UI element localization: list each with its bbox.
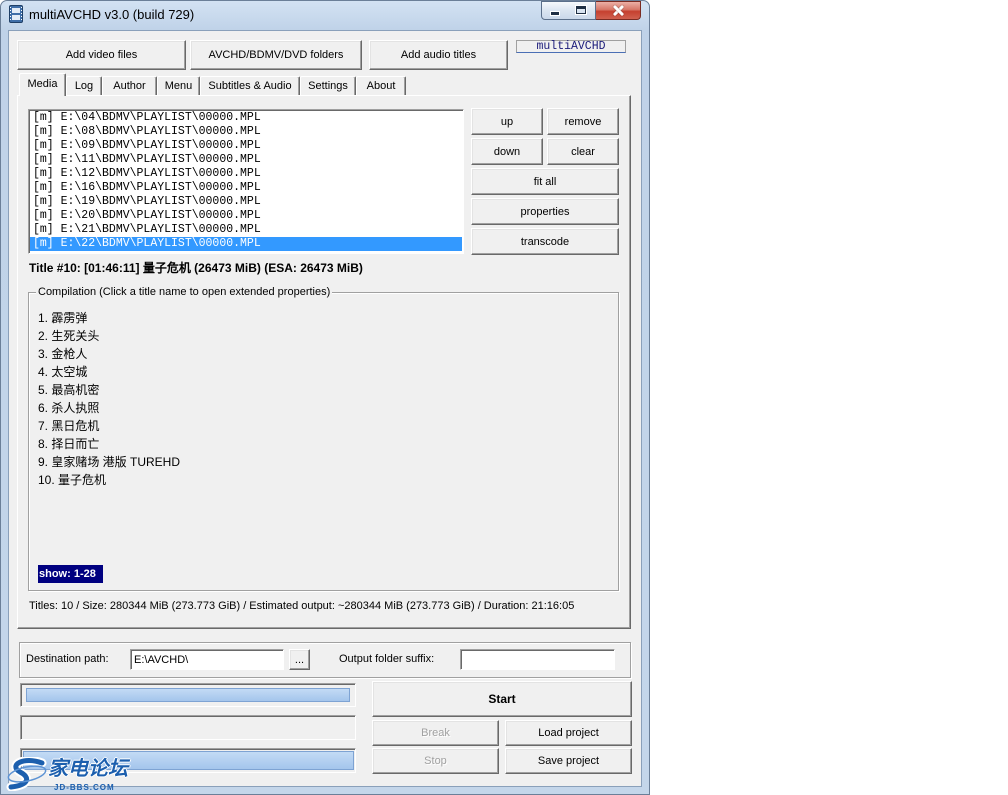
compilation-group: Compilation (Click a title name to open …	[28, 285, 619, 591]
compilation-title-link[interactable]: 5. 最高机密	[38, 381, 180, 399]
destination-frame: Destination path: ... Output folder suff…	[19, 642, 631, 678]
compilation-title-link[interactable]: 7. 黑日危机	[38, 417, 180, 435]
brand-link[interactable]: multiAVCHD	[516, 40, 626, 53]
output-folder-suffix-input[interactable]	[460, 649, 615, 670]
compilation-title-link[interactable]: 6. 杀人执照	[38, 399, 180, 417]
break-button[interactable]: Break	[372, 720, 499, 746]
playlist-rows: [m] E:\04\BDMV\PLAYLIST\00000.MPL [m] E:…	[30, 111, 462, 251]
playlist-item[interactable]: [m] E:\09\BDMV\PLAYLIST\00000.MPL	[30, 139, 462, 153]
maximize-icon	[576, 6, 586, 14]
swirl-logo-icon	[6, 757, 47, 791]
compilation-title-link[interactable]: 8. 择日而亡	[38, 435, 180, 453]
tab-label: About	[366, 80, 396, 92]
progress-bar-overall	[20, 683, 356, 707]
compilation-list: 1. 霹雳弹 2. 生死关头 3. 金枪人 4. 太空城 5. 最高机密 6. …	[38, 309, 180, 489]
tab-label: Subtitles & Audio	[208, 80, 292, 92]
load-project-button[interactable]: Load project	[505, 720, 632, 746]
destination-path-label: Destination path:	[26, 653, 109, 665]
watermark: 家电论坛 JD-BBS.COM	[6, 756, 132, 793]
selected-title-info: Title #10: [01:46:11] 量子危机 (26473 MiB) (…	[29, 261, 363, 275]
tab-subtitles-audio[interactable]: Subtitles & Audio	[200, 76, 300, 95]
playlist-item[interactable]: [m] E:\21\BDMV\PLAYLIST\00000.MPL	[30, 223, 462, 237]
tab-author[interactable]: Author	[102, 76, 157, 95]
watermark-subtitle: JD-BBS.COM	[54, 783, 115, 792]
save-project-button[interactable]: Save project	[505, 748, 632, 774]
move-down-button[interactable]: down	[471, 138, 543, 165]
browse-button[interactable]: ...	[289, 649, 310, 670]
move-up-button[interactable]: up	[471, 108, 543, 135]
add-video-files-label: Add video files	[65, 49, 138, 61]
tab-media[interactable]: Media	[19, 73, 66, 96]
fit-all-button[interactable]: fit all	[471, 168, 619, 195]
add-folders-label: AVCHD/BDMV/DVD folders	[208, 49, 344, 61]
tab-menu[interactable]: Menu	[157, 76, 200, 95]
progress-bar-task	[20, 715, 356, 740]
playlist-item[interactable]: [m] E:\04\BDMV\PLAYLIST\00000.MPL	[30, 111, 462, 125]
clear-button[interactable]: clear	[547, 138, 619, 165]
playlist-item[interactable]: [m] E:\20\BDMV\PLAYLIST\00000.MPL	[30, 209, 462, 223]
playlist-item[interactable]: [m] E:\19\BDMV\PLAYLIST\00000.MPL	[30, 195, 462, 209]
show-range-badge[interactable]: show: 1-28	[38, 565, 103, 583]
maximize-button[interactable]	[567, 1, 596, 20]
tab-settings[interactable]: Settings	[300, 76, 356, 95]
film-icon[interactable]	[9, 5, 23, 23]
stop-button[interactable]: Stop	[372, 748, 499, 774]
load-project-label: Load project	[538, 727, 599, 739]
output-folder-suffix-label: Output folder suffix:	[339, 653, 435, 665]
tab-about[interactable]: About	[356, 76, 406, 95]
tab-label: Author	[113, 80, 146, 92]
compilation-title-link[interactable]: 10. 量子危机	[38, 471, 180, 489]
save-project-label: Save project	[537, 755, 600, 767]
playlist-item[interactable]: [m] E:\11\BDMV\PLAYLIST\00000.MPL	[30, 153, 462, 167]
move-down-label: down	[493, 145, 521, 158]
tab-label: Media	[27, 78, 58, 90]
playlist-item[interactable]: [m] E:\22\BDMV\PLAYLIST\00000.MPL	[30, 237, 462, 251]
transcode-button[interactable]: transcode	[471, 228, 619, 255]
playlist-item[interactable]: [m] E:\08\BDMV\PLAYLIST\00000.MPL	[30, 125, 462, 139]
clear-label: clear	[571, 145, 595, 158]
browse-label: ...	[294, 653, 305, 666]
status-summary: Titles: 10 / Size: 280344 MiB (273.773 G…	[29, 600, 575, 612]
close-icon	[613, 5, 624, 16]
add-audio-titles-label: Add audio titles	[400, 49, 477, 61]
compilation-title-link[interactable]: 2. 生死关头	[38, 327, 180, 345]
compilation-title-link[interactable]: 1. 霹雳弹	[38, 309, 180, 327]
tab-label: Settings	[308, 80, 348, 92]
add-video-files-button[interactable]: Add video files	[17, 40, 186, 70]
start-button[interactable]: Start	[372, 681, 632, 717]
minimize-button[interactable]	[541, 1, 568, 20]
break-label: Break	[421, 727, 450, 739]
close-button[interactable]	[596, 1, 641, 20]
playlist-listbox[interactable]: [m] E:\04\BDMV\PLAYLIST\00000.MPL [m] E:…	[28, 109, 464, 254]
properties-button[interactable]: properties	[471, 198, 619, 225]
add-audio-titles-button[interactable]: Add audio titles	[369, 40, 508, 70]
compilation-title-link[interactable]: 9. 皇家赌场 港版 TUREHD	[38, 453, 180, 471]
remove-button[interactable]: remove	[547, 108, 619, 135]
minimize-icon	[551, 12, 559, 15]
watermark-title: 家电论坛	[48, 758, 128, 780]
compilation-legend: Compilation (Click a title name to open …	[36, 285, 333, 299]
stop-label: Stop	[424, 755, 447, 767]
move-up-label: up	[500, 115, 514, 128]
add-folders-button[interactable]: AVCHD/BDMV/DVD folders	[190, 40, 362, 70]
progress-fill	[26, 688, 350, 702]
transcode-label: transcode	[520, 235, 570, 248]
playlist-item[interactable]: [m] E:\12\BDMV\PLAYLIST\00000.MPL	[30, 167, 462, 181]
compilation-title-link[interactable]: 4. 太空城	[38, 363, 180, 381]
properties-label: properties	[520, 205, 570, 218]
start-label: Start	[488, 692, 516, 706]
fit-all-label: fit all	[533, 175, 557, 188]
tab-label: Log	[74, 80, 94, 92]
compilation-title-link[interactable]: 3. 金枪人	[38, 345, 180, 363]
window-title: multiAVCHD v3.0 (build 729)	[29, 7, 195, 22]
tab-label: Menu	[164, 80, 193, 92]
playlist-item[interactable]: [m] E:\16\BDMV\PLAYLIST\00000.MPL	[30, 181, 462, 195]
destination-path-input[interactable]	[130, 649, 284, 670]
remove-label: remove	[564, 115, 602, 128]
tab-log[interactable]: Log	[66, 76, 102, 95]
